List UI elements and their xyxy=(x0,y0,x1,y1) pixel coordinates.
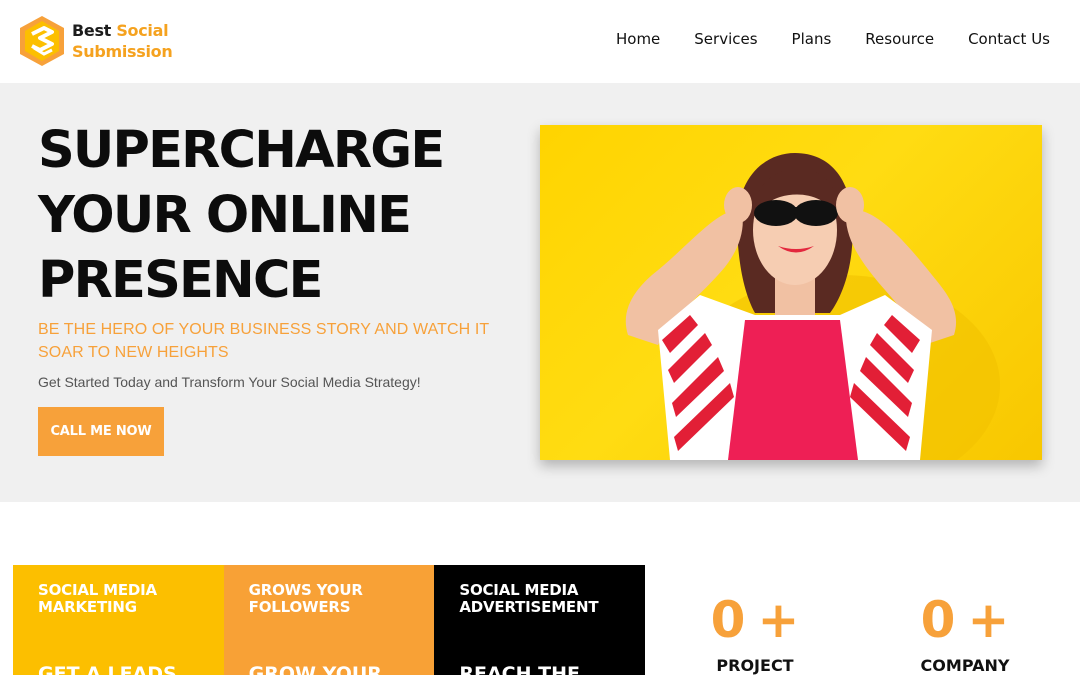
nav-services[interactable]: Services xyxy=(694,30,757,48)
counter-project: 0 + PROJECT xyxy=(680,590,830,675)
counter-value: 0 + xyxy=(680,590,830,650)
hero-photo-woman-sunglasses xyxy=(540,125,1042,460)
hero-photo-illustration xyxy=(625,153,1000,460)
hero-description: Get Started Today and Transform Your Soc… xyxy=(38,374,421,390)
counter-number: 0 xyxy=(710,591,746,649)
service-card-followers[interactable]: GROWS YOUR FOLLOWERS GROW YOUR xyxy=(223,565,435,675)
service-cards: SOCIAL MEDIA MARKETING GET A LEADS GROWS… xyxy=(13,565,646,675)
hero-title-line: YOUR ONLINE xyxy=(38,186,412,245)
counter-suffix: + xyxy=(967,591,1010,649)
service-card-body: REACH THE xyxy=(459,663,580,675)
hero-subtitle: BE THE HERO OF YOUR BUSINESS STORY AND W… xyxy=(38,321,490,361)
service-card-body: GROW YOUR xyxy=(248,663,382,675)
brand-line2: Submission xyxy=(72,42,173,61)
service-card-title: SOCIAL MEDIA MARKETING xyxy=(38,581,157,616)
hero-title-line: SUPERCHARGE xyxy=(38,121,445,180)
counter-label: COMPANY xyxy=(920,656,1010,675)
main-nav: Home Services Plans Resource Contact Us xyxy=(616,30,1050,48)
nav-contact-us[interactable]: Contact Us xyxy=(968,30,1050,48)
service-card-advertisement[interactable]: SOCIAL MEDIA ADVERTISEMENT REACH THE xyxy=(434,565,646,675)
service-card-title: GROWS YOUR FOLLOWERS xyxy=(248,581,363,616)
hero-title-line: PRESENCE xyxy=(38,251,323,310)
counter-number: 0 xyxy=(920,591,956,649)
counter-label: PROJECT xyxy=(716,656,794,675)
service-card-title: SOCIAL MEDIA ADVERTISEMENT xyxy=(459,581,599,616)
call-me-now-button[interactable]: CALL ME NOW xyxy=(38,407,164,456)
service-card-marketing[interactable]: SOCIAL MEDIA MARKETING GET A LEADS xyxy=(13,565,224,675)
brand-name: Best Social Submission xyxy=(72,20,173,62)
brand-line1-b: Social xyxy=(116,21,169,40)
hero-section: SUPERCHARGE YOUR ONLINE PRESENCE BE THE … xyxy=(0,83,1080,502)
service-card-body: GET A LEADS xyxy=(38,663,177,675)
counter-suffix: + xyxy=(757,591,800,649)
counter-company: 0 + COMPANY xyxy=(890,590,1040,675)
counter-value: 0 + xyxy=(890,590,1040,650)
brand-line1-a: Best xyxy=(72,21,112,40)
site-header: Best Social Submission Home Services Pla… xyxy=(0,0,1080,83)
nav-home[interactable]: Home xyxy=(616,30,660,48)
logo-hexagon-icon xyxy=(20,16,64,66)
hero-title: SUPERCHARGE YOUR ONLINE PRESENCE xyxy=(38,118,508,313)
nav-resource[interactable]: Resource xyxy=(865,30,934,48)
brand-logo[interactable]: Best Social Submission xyxy=(18,15,178,67)
nav-plans[interactable]: Plans xyxy=(792,30,832,48)
